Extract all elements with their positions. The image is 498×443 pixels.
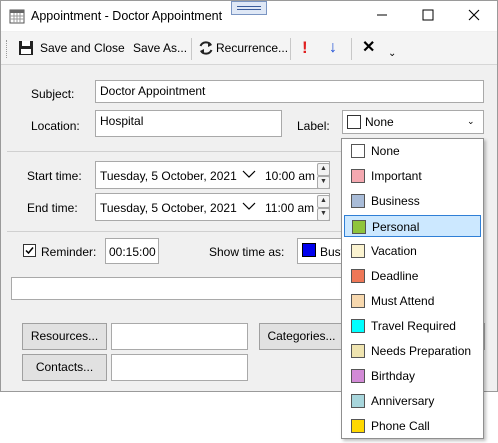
label-option-anniversary[interactable]: Anniversary [344,390,481,412]
notes-input[interactable] [11,277,345,300]
drag-grip-icon[interactable] [231,1,267,15]
contacts-button[interactable]: Contacts... [22,354,107,381]
label-option-vacation[interactable]: Vacation [344,240,481,262]
delete-icon[interactable]: ✕ [362,38,375,58]
label-option-text: Phone Call [371,419,430,433]
label-option-must-attend[interactable]: Must Attend [344,290,481,312]
spin-up-icon[interactable]: ▲ [317,163,329,176]
label-color-swatch [352,220,366,234]
divider [7,151,342,152]
start-date-value: Tuesday, 5 October, 2021 [100,169,237,183]
label-color-swatch [351,244,365,258]
start-time-label: Start time: [27,169,82,183]
contacts-input[interactable] [111,354,248,381]
divider [7,231,342,232]
label-label: Label: [297,119,330,133]
label-option-personal[interactable]: Personal [344,215,481,237]
label-option-needs-preparation[interactable]: Needs Preparation [344,340,481,362]
toolbar-separator [290,38,291,60]
label-option-text: Business [371,194,420,208]
end-time-value: 11:00 am [265,201,315,215]
label-color-swatch [351,419,365,433]
label-color-swatch [351,194,365,208]
reminder-input[interactable]: 00:15:00 [105,238,159,264]
location-input[interactable]: Hospital [95,110,282,137]
label-color-swatch [351,269,365,283]
recurrence-label: Recurrence... [216,41,289,55]
toolbar-grip [6,40,9,58]
label-color-swatch [351,144,365,158]
save-close-label: Save and Close [40,41,125,55]
window-title: Appointment - Doctor Appointment [31,9,223,23]
label-option-deadline[interactable]: Deadline [344,265,481,287]
minimize-button[interactable] [359,1,405,31]
label-option-travel-required[interactable]: Travel Required [344,315,481,337]
chevron-down-icon[interactable] [242,166,256,185]
close-button[interactable] [451,1,497,31]
title-bar: Appointment - Doctor Appointment [1,1,497,31]
label-option-text: Deadline [371,269,419,283]
calendar-icon [9,8,25,27]
label-color-swatch [351,394,365,408]
importance-low-icon[interactable]: ↓ [329,38,337,58]
label-option-text: Travel Required [371,319,456,333]
label-option-text: Important [371,169,422,183]
maximize-button[interactable] [405,1,451,31]
label-option-text: Needs Preparation [371,344,472,358]
importance-high-icon[interactable]: ! [302,38,308,58]
label-option-important[interactable]: Important [344,165,481,187]
end-time-label: End time: [27,201,78,215]
end-datetime-picker[interactable]: Tuesday, 5 October, 2021 11:00 am ▲ ▼ [95,193,330,221]
label-option-text: Vacation [371,244,417,258]
label-option-none[interactable]: None [344,140,481,162]
save-as-button[interactable]: Save As... [133,38,187,58]
toolbar-separator [191,38,192,60]
label-color-swatch [347,115,361,129]
toolbar-overflow-icon[interactable]: ⌄ [388,44,396,64]
end-date-value: Tuesday, 5 October, 2021 [100,201,237,215]
label-color-swatch [351,294,365,308]
resources-button[interactable]: Resources... [22,323,107,350]
label-option-text: Anniversary [371,394,435,408]
recurrence-icon [198,40,214,62]
label-color-swatch [351,369,365,383]
chevron-down-icon: ⌄ [467,116,475,126]
label-option-birthday[interactable]: Birthday [344,365,481,387]
label-option-text: Personal [372,220,420,234]
spin-down-icon[interactable]: ▼ [317,208,329,220]
label-option-text: Birthday [371,369,416,383]
reminder-checkbox[interactable] [23,244,36,257]
categories-button[interactable]: Categories... [259,323,344,350]
label-option-phone-call[interactable]: Phone Call [344,415,481,437]
busy-color-swatch [302,243,316,257]
label-option-text: None [371,144,400,158]
label-select[interactable]: None ⌄ [342,110,484,134]
start-datetime-picker[interactable]: Tuesday, 5 October, 2021 10:00 am ▲ ▼ [95,161,330,189]
show-time-as-select[interactable]: Busy [297,238,345,264]
chevron-down-icon[interactable] [242,198,256,217]
label-option-business[interactable]: Business [344,190,481,212]
save-as-label: Save As... [133,41,188,55]
reminder-label: Reminder: [41,245,97,259]
show-time-as-label: Show time as: [209,245,285,259]
label-color-swatch [351,344,365,358]
toolbar-separator [351,38,352,60]
resources-input[interactable] [111,323,248,350]
label-color-swatch [351,319,365,333]
start-time-value: 10:00 am [265,169,316,183]
save-icon [18,40,34,62]
location-label: Location: [31,119,80,133]
spin-down-icon[interactable]: ▼ [317,176,329,188]
toolbar: Save and Close Save As... Recurrence... … [1,32,497,65]
label-color-swatch [351,169,365,183]
label-option-text: Must Attend [371,294,435,308]
label-dropdown-list: None Important Business Personal Vacation Dea… [341,138,484,439]
subject-label: Subject: [31,87,75,101]
label-select-value: None [365,115,394,129]
subject-input[interactable]: Doctor Appointment [95,80,484,103]
spin-up-icon[interactable]: ▲ [317,195,329,208]
